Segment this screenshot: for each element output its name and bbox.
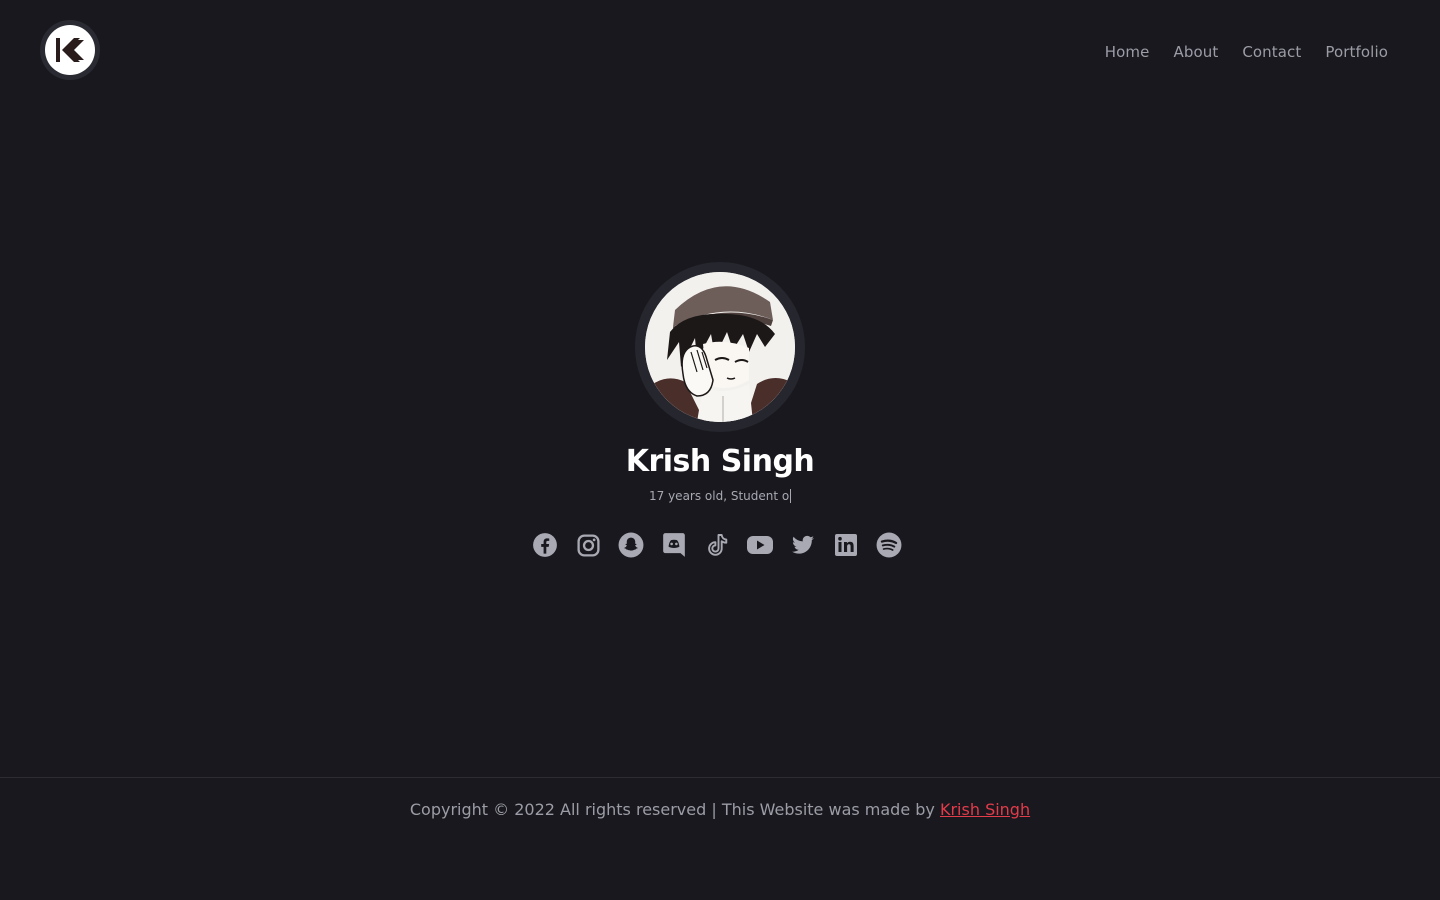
logo-circle	[45, 25, 95, 75]
tagline-wrap: 17 years old, Student o	[0, 489, 1440, 503]
tiktok-icon	[708, 534, 728, 556]
spotify-link[interactable]	[874, 530, 904, 560]
typing-tagline: 17 years old, Student o	[649, 489, 791, 503]
facebook-icon	[533, 533, 557, 557]
copyright-text: Copyright © 2022 All rights reserved | T…	[409, 800, 940, 819]
avatar-ring	[635, 262, 805, 432]
avatar	[645, 272, 795, 422]
profile-name: Krish Singh	[625, 444, 815, 479]
linkedin-icon	[835, 534, 857, 556]
instagram-icon	[576, 533, 600, 557]
nav-home[interactable]: Home	[1105, 43, 1150, 61]
main-nav: Home About Contact Portfolio	[1105, 43, 1388, 61]
discord-link[interactable]	[659, 530, 689, 560]
snapchat-icon	[618, 532, 644, 558]
facebook-link[interactable]	[530, 530, 560, 560]
spotify-icon	[876, 532, 902, 558]
author-link[interactable]: Krish Singh	[940, 800, 1030, 819]
tiktok-link[interactable]	[702, 530, 732, 560]
anime-avatar	[645, 272, 795, 422]
page: Home About Contact Portfolio Krish Singh…	[0, 0, 1440, 900]
discord-icon	[663, 533, 685, 557]
kk-logo-icon	[56, 38, 84, 62]
instagram-link[interactable]	[573, 530, 603, 560]
footer-divider	[0, 777, 1440, 778]
linkedin-link[interactable]	[831, 530, 861, 560]
snapchat-link[interactable]	[616, 530, 646, 560]
youtube-icon	[747, 536, 773, 554]
social-links	[530, 530, 917, 560]
nav-portfolio[interactable]: Portfolio	[1325, 43, 1388, 61]
twitter-icon	[792, 535, 814, 554]
footer: Copyright © 2022 All rights reserved | T…	[0, 800, 1440, 819]
nav-contact[interactable]: Contact	[1242, 43, 1301, 61]
logo-button[interactable]	[40, 20, 100, 80]
youtube-link[interactable]	[745, 530, 775, 560]
nav-about[interactable]: About	[1173, 43, 1218, 61]
twitter-link[interactable]	[788, 530, 818, 560]
